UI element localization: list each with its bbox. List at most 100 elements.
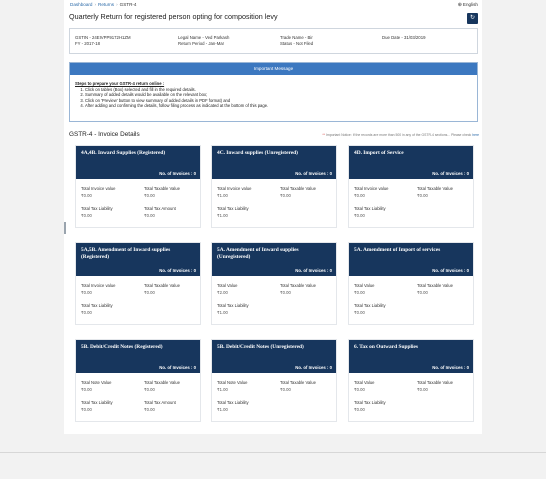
tile-title: 4D. Import of Service [354, 150, 404, 156]
tile-invoice-count: No. of Invoices : 0 [159, 171, 196, 176]
tile-field-value: ₹0.00 [144, 407, 155, 412]
tile-invoice-count: No. of Invoices : 0 [159, 365, 196, 370]
tile-invoice-count: No. of Invoices : 0 [295, 171, 332, 176]
language-selector[interactable]: ⊕English [458, 2, 478, 8]
tile-field-value: ₹0.00 [417, 193, 428, 198]
tile-field-label: Total Invoice value [81, 186, 116, 191]
tile-field-value: ₹0.00 [144, 193, 155, 198]
tile-header[interactable]: 5A. Amendment of Inward supplies (Unregi… [212, 243, 336, 276]
invoice-tile[interactable]: 5B. Debit/Credit Notes (Unregistered) No.… [211, 339, 337, 422]
tile-header[interactable]: 5B. Debit/Credit Notes (Unregistered) No.… [212, 340, 336, 373]
refresh-icon: ↻ [469, 15, 476, 21]
tile-body: Total Invoice value ₹0.00 Total Taxable Va… [76, 179, 200, 227]
tile-header[interactable]: 5A. Amendment of Import of services No. o… [349, 243, 473, 276]
tile-field-value: ₹1.00 [217, 407, 228, 412]
tile-field-label: Total Taxable Value [144, 186, 180, 191]
tile-body: Total Invoice value ₹0.00 Total Taxable Va… [76, 276, 200, 324]
tile-field-label: Total Tax Liability [217, 400, 249, 405]
tile-invoice-count: No. of Invoices : 0 [432, 268, 469, 273]
tile-field-label: Total Tax Liability [217, 303, 249, 308]
tile-title: 4A,4B. Inward Supplies (Registered) [81, 150, 166, 156]
tile-invoice-count: No. of Invoices : 0 [159, 268, 196, 273]
tile-field-value: ₹0.00 [81, 193, 92, 198]
tile-invoice-count: No. of Invoices : 0 [295, 268, 332, 273]
tile-field-value: ₹0.00 [354, 193, 365, 198]
important-message-box: Important Message Steps to prepare your … [69, 62, 478, 122]
tile-field-value: ₹0.00 [354, 310, 365, 315]
important-message-heading: Important Message [70, 63, 477, 75]
breadcrumb-separator: › [116, 2, 118, 7]
tile-field-value: ₹0.00 [280, 193, 291, 198]
invoice-tile[interactable]: 5B. Debit/Credit Notes (Registered) No. o… [75, 339, 201, 422]
tile-title: 5A. Amendment of Import of services [354, 247, 441, 253]
tile-field-label: Total Value [217, 283, 238, 288]
tile-field-label: Total Value [354, 283, 375, 288]
top-bar: Dashboard › Returns › GSTR-4 ⊕English [64, 0, 482, 9]
invoice-tile[interactable]: 5A. Amendment of Inward supplies (Unregi… [211, 242, 337, 325]
refresh-button[interactable]: ↻ [467, 13, 478, 24]
breadcrumb-separator: › [94, 2, 97, 7]
invoice-tile[interactable]: 4C. Inward supplies (Unregistered) No. of… [211, 145, 337, 228]
tile-field-value: ₹0.00 [81, 310, 92, 315]
tile-field-label: Total Invoice value [81, 283, 116, 288]
note-text: Important Notice: If the records are mor… [325, 133, 472, 137]
tile-field-value: ₹0.00 [81, 387, 92, 392]
tile-field-label: Total Taxable Value [144, 283, 180, 288]
tile-field-label: Total Tax Liability [354, 206, 386, 211]
step-item: After adding and confirming the details,… [85, 103, 472, 109]
important-message-body: Steps to prepare your GSTR-4 return onli… [70, 75, 477, 115]
tile-field-value: ₹0.00 [81, 290, 92, 295]
tile-field-value: ₹0.00 [280, 387, 291, 392]
tile-field-value: ₹2.00 [217, 290, 228, 295]
tile-field-value: ₹1.00 [217, 310, 228, 315]
breadcrumb: Dashboard › Returns › GSTR-4 [70, 2, 137, 7]
tile-field-value: ₹0.00 [81, 213, 92, 218]
tile-field-value: ₹0.00 [144, 387, 155, 392]
language-label: English [462, 2, 478, 7]
tile-title: 6. Tax on Outward Supplies [354, 344, 418, 350]
tile-header[interactable]: 4D. Import of Service No. of Invoices : 0 [349, 146, 473, 179]
breadcrumb-current: GSTR-4 [119, 2, 137, 7]
tile-title: 5A. Amendment of Inward supplies (Unregi… [217, 247, 299, 260]
tile-field-label: Total Invoice value [217, 186, 252, 191]
tile-body: Total Invoice value ₹0.00 Total Taxable Va… [349, 179, 473, 227]
invoice-tile[interactable]: 5A. Amendment of Import of services No. o… [348, 242, 474, 325]
tile-header[interactable]: 6. Tax on Outward Supplies No. of Invoice… [349, 340, 473, 373]
tile-field-value: ₹0.00 [417, 290, 428, 295]
gstr4-page: Dashboard › Returns › GSTR-4 ⊕English Quarte… [64, 0, 482, 434]
invoice-section-note: ** Important Notice: If the records are … [322, 133, 479, 137]
tile-header[interactable]: 5B. Debit/Credit Notes (Registered) No. o… [76, 340, 200, 373]
tile-field-value: ₹0.00 [354, 290, 365, 295]
globe-icon: ⊕ [457, 2, 462, 8]
scrollbar[interactable] [64, 222, 66, 234]
invoice-tile[interactable]: 6. Tax on Outward Supplies No. of Invoice… [348, 339, 474, 422]
note-link[interactable]: here [472, 133, 479, 137]
invoice-tile[interactable]: 4A,4B. Inward Supplies (Registered) No. o… [75, 145, 201, 228]
tile-field-value: ₹0.00 [144, 290, 155, 295]
breadcrumb-dashboard[interactable]: Dashboard [70, 2, 92, 7]
return-period-text: Return Period - Jan-Mar [178, 41, 225, 46]
tile-body: Total Note Value ₹1.00 Total Taxable Value… [212, 373, 336, 421]
tile-header[interactable]: 4C. Inward supplies (Unregistered) No. of… [212, 146, 336, 179]
tile-header[interactable]: 4A,4B. Inward Supplies (Registered) No. o… [76, 146, 200, 179]
tile-field-label: Total Taxable Value [280, 283, 316, 288]
tile-field-value: ₹1.00 [217, 213, 228, 218]
tile-field-label: Total Tax Liability [217, 206, 249, 211]
tile-field-label: Total Tax Liability [81, 303, 113, 308]
tile-body: Total Value ₹0.00 Total Taxable Value ₹0.00… [349, 373, 473, 421]
tile-field-label: Total Tax Amount [144, 400, 176, 405]
tile-field-value: ₹0.00 [81, 407, 92, 412]
note-mark: ** [322, 133, 325, 137]
tile-title: 5A,5B. Amendment of Inward supplies (Reg… [81, 247, 171, 260]
tile-field-label: Total Taxable Value [417, 283, 453, 288]
taxpayer-info-box: GSTIN - 24EIVPP9172H1ZM FY - 2017-18 Leg… [69, 28, 478, 54]
invoice-tile[interactable]: 5A,5B. Amendment of Inward supplies (Reg… [75, 242, 201, 325]
tile-header[interactable]: 5A,5B. Amendment of Inward supplies (Reg… [76, 243, 200, 276]
tile-field-value: ₹0.00 [417, 387, 428, 392]
tile-field-label: Total Tax Amount [144, 206, 176, 211]
tile-field-value: ₹0.00 [354, 213, 365, 218]
breadcrumb-returns[interactable]: Returns [98, 2, 114, 7]
tile-body: Total Value ₹2.00 Total Taxable Value ₹0.00… [212, 276, 336, 324]
invoice-tile[interactable]: 4D. Import of Service No. of Invoices : 0… [348, 145, 474, 228]
tile-field-label: Total Note Value [81, 380, 112, 385]
